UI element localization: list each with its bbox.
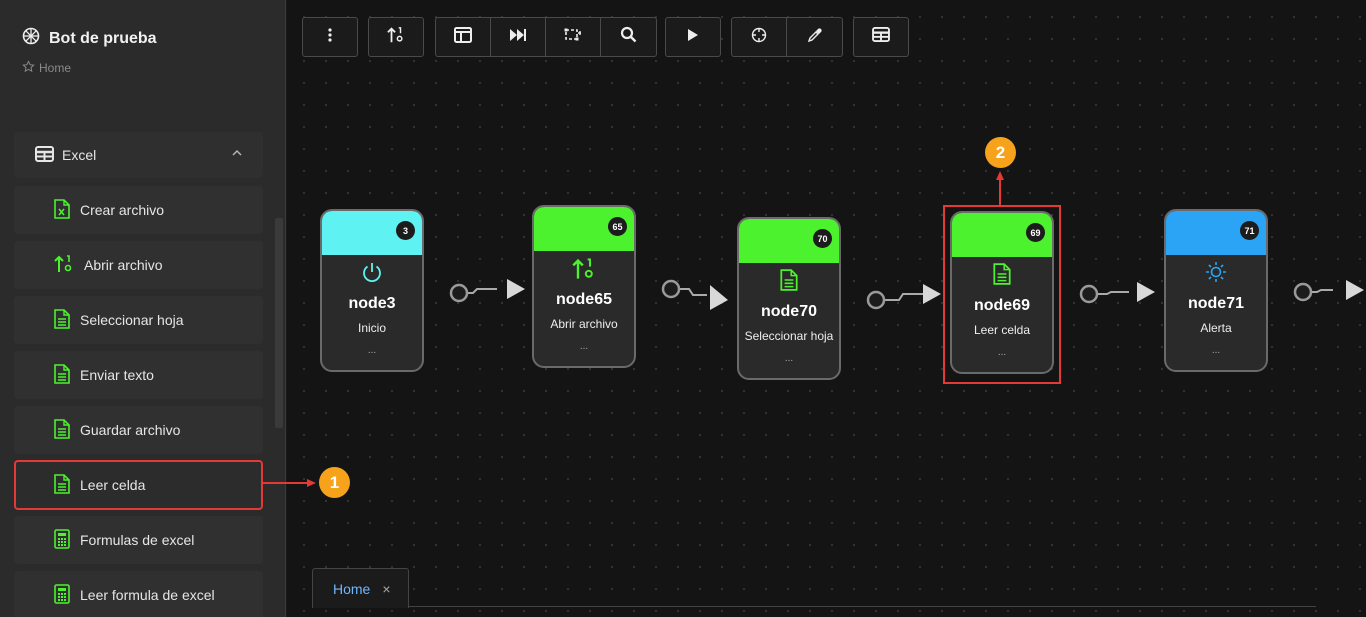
sidebar-item-leer-celda[interactable]: Leer celda xyxy=(14,460,263,510)
sidebar-group-label: Excel xyxy=(62,147,97,163)
node-more[interactable]: ... xyxy=(534,341,634,352)
excel-file-icon xyxy=(54,198,70,222)
document-icon xyxy=(739,269,839,295)
node-title: node65 xyxy=(555,291,612,308)
node-subtitle: Seleccionar hoja xyxy=(744,329,834,343)
flow-node[interactable]: 3 node3 Inicio ... xyxy=(320,209,424,372)
sort-arrows-icon xyxy=(54,254,74,277)
power-icon xyxy=(322,261,422,287)
sidebar-scrollbar[interactable] xyxy=(275,218,283,428)
node-badge: 71 xyxy=(1240,221,1259,240)
app-title: Bot de prueba xyxy=(49,29,157,47)
node-badge: 65 xyxy=(608,217,627,236)
wheel-icon xyxy=(22,27,40,50)
sidebar-item-crear-archivo[interactable]: Crear archivo xyxy=(14,186,263,234)
node-more[interactable]: ... xyxy=(1166,345,1266,356)
node-subtitle: Inicio xyxy=(357,321,386,335)
callout-badge: 1 xyxy=(319,467,350,498)
document-icon xyxy=(54,308,70,332)
close-icon[interactable]: × xyxy=(382,581,390,597)
node-header: 3 xyxy=(322,211,422,255)
node-header: 65 xyxy=(534,207,634,251)
sun-icon xyxy=(1166,261,1266,287)
flow-node[interactable]: 71 node71 Alerta ... xyxy=(1164,209,1268,372)
calculator-icon xyxy=(54,528,70,552)
document-icon xyxy=(54,363,70,387)
flow-node[interactable]: 70 node70 Seleccionar hoja ... xyxy=(737,217,841,380)
sidebar-item-label: Seleccionar hoja xyxy=(80,312,184,328)
sidebar-item-label: Abrir archivo xyxy=(84,257,163,273)
callout-badge: 2 xyxy=(985,137,1016,168)
sidebar-item-label: Leer celda xyxy=(80,477,146,493)
tab-bar-divider xyxy=(408,606,1316,607)
sidebar-item-label: Formulas de excel xyxy=(80,532,195,548)
sidebar-item-formulas-de-excel[interactable]: Formulas de excel xyxy=(14,516,263,564)
sidebar-item-guardar-archivo[interactable]: Guardar archivo xyxy=(14,406,263,454)
tab-home[interactable]: Home × xyxy=(312,568,409,608)
calculator-icon xyxy=(54,583,70,607)
document-icon xyxy=(54,473,70,497)
breadcrumb[interactable]: Home xyxy=(22,60,71,76)
node-subtitle: Abrir archivo xyxy=(550,317,618,331)
app-brand: Bot de prueba xyxy=(22,27,157,50)
node-title: node70 xyxy=(760,303,817,320)
chevron-up-icon[interactable] xyxy=(231,146,243,162)
sidebar-item-abrir-archivo[interactable]: Abrir archivo xyxy=(14,241,263,289)
star-icon xyxy=(22,60,35,76)
node-title: node3 xyxy=(348,295,396,312)
sidebar-group-excel[interactable]: Excel xyxy=(14,132,263,178)
breadcrumb-label: Home xyxy=(39,61,72,75)
node-more[interactable]: ... xyxy=(322,345,422,356)
node-header: 70 xyxy=(739,219,839,263)
sidebar-item-label: Enviar texto xyxy=(80,367,154,383)
node-header: 71 xyxy=(1166,211,1266,255)
sort-arrows-icon xyxy=(534,257,634,283)
tab-label: Home xyxy=(333,580,371,597)
sidebar-item-label: Leer formula de excel xyxy=(80,587,215,603)
sidebar-item-enviar-texto[interactable]: Enviar texto xyxy=(14,351,263,399)
node-more[interactable]: ... xyxy=(739,353,839,364)
node-badge: 70 xyxy=(813,229,832,248)
flow-node[interactable]: 65 node65 Abrir archivo ... xyxy=(532,205,636,368)
sidebar-item-leer-formula-de-excel[interactable]: Leer formula de excel xyxy=(14,571,263,617)
node-badge: 3 xyxy=(396,221,415,240)
sidebar: Bot de prueba Home Excel Crear archivo A… xyxy=(0,0,286,617)
sidebar-item-seleccionar-hoja[interactable]: Seleccionar hoja xyxy=(14,296,263,344)
sidebar-item-label: Crear archivo xyxy=(80,202,165,218)
node-title: node71 xyxy=(1187,295,1244,312)
table-icon xyxy=(35,145,54,165)
document-icon xyxy=(54,418,70,442)
highlight-box xyxy=(943,205,1061,384)
node-subtitle: Alerta xyxy=(1200,321,1232,335)
sidebar-item-label: Guardar archivo xyxy=(80,422,181,438)
